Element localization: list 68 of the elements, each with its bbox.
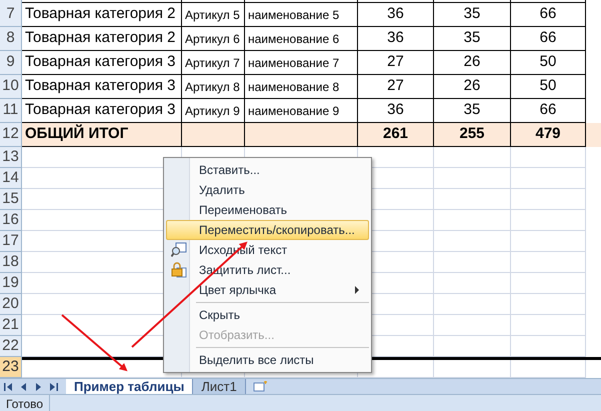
table-cell-text: 36 [387, 28, 404, 48]
row-number: 21 [2, 314, 19, 335]
table-cell-text: 50 [540, 52, 556, 72]
table-cell-text: 66 [540, 4, 556, 24]
table-cell-text: 27 [387, 52, 404, 72]
row-number: 19 [2, 272, 19, 293]
table-cell-text: наименование 7 [248, 54, 340, 72]
row-number: 8 [6, 28, 15, 48]
table-cell-text: 27 [387, 76, 404, 96]
menu-item[interactable]: Переместить/скопировать... [166, 220, 369, 240]
menu-item[interactable]: Выделить все листы [166, 350, 369, 370]
row-number: 15 [2, 188, 19, 209]
table-cell-text: 50 [540, 76, 556, 96]
table-cell-text: наименование 5 [248, 6, 340, 24]
table-cell-text: наименование 9 [248, 102, 340, 120]
table-cell-text: 35 [464, 4, 480, 24]
table-cell-text: 26 [464, 52, 480, 72]
table-cell-text: Артикул 5 [185, 6, 240, 24]
row-number: 14 [2, 168, 19, 188]
row-number: 13 [2, 146, 19, 167]
menu-item[interactable]: Цвет ярлычка [166, 280, 369, 300]
table-cell-text: 35 [464, 100, 480, 120]
magnifier-document-icon [171, 242, 187, 258]
total-cell-text: 479 [535, 124, 561, 144]
table-cell-text: Товарная категория 2 [25, 28, 176, 48]
row-number: 11 [2, 100, 18, 120]
row-number: 18 [2, 252, 19, 272]
table-cell-text: Товарная категория 2 [25, 4, 176, 24]
row-number: 17 [2, 230, 19, 251]
table-cell-text: Артикул 8 [185, 78, 240, 96]
table-cell-text: Товарная категория 3 [25, 100, 176, 120]
menu-item[interactable]: Скрыть [166, 305, 369, 325]
first-sheet-icon[interactable] [3, 382, 14, 392]
menu-item[interactable]: Переименовать [166, 200, 369, 220]
table-cell-text: 36 [387, 4, 404, 24]
sheet-tab[interactable]: Пример таблицы [66, 378, 194, 394]
table-cell-text: Артикул 6 [185, 30, 240, 48]
row-number: 16 [2, 210, 19, 230]
row-number: 12 [2, 124, 19, 144]
submenu-arrow-icon [354, 286, 360, 294]
row-number: 10 [2, 76, 19, 96]
total-cell-text: 261 [382, 124, 408, 144]
status-text: Готово [0, 395, 50, 411]
table-cell-text: 26 [464, 76, 480, 96]
table-cell-text: наименование 6 [248, 30, 340, 48]
row-number: 7 [6, 4, 15, 24]
table-cell-text: 66 [540, 100, 556, 120]
menu-item[interactable]: Вставить... [166, 160, 369, 180]
table-cell-text: Товарная категория 3 [25, 52, 176, 72]
lock-icon [171, 262, 187, 278]
sheet-tab[interactable]: Лист1 [193, 378, 246, 394]
table-cell-text: наименование 8 [248, 78, 340, 96]
row-number: 23 [2, 356, 19, 377]
total-cell-text: 255 [459, 124, 485, 144]
row-number: 9 [6, 52, 15, 72]
table-cell-text: 35 [464, 28, 480, 48]
table-cell-text: Товарная категория 3 [25, 76, 176, 96]
table-cell-text: Артикул 7 [185, 54, 240, 72]
table-cell-text: Артикул 9 [185, 102, 240, 120]
arrow [61, 314, 128, 372]
last-sheet-icon[interactable] [48, 382, 59, 392]
table-cell-text: 66 [540, 28, 556, 48]
row-number: 20 [2, 294, 19, 314]
total-cell-text: ОБЩИЙ ИТОГ [25, 123, 128, 144]
row-number: 22 [2, 336, 19, 356]
menu-item[interactable]: Удалить [166, 180, 369, 200]
table-cell-text: 36 [387, 100, 404, 120]
insert-sheet-icon[interactable] [252, 380, 268, 392]
